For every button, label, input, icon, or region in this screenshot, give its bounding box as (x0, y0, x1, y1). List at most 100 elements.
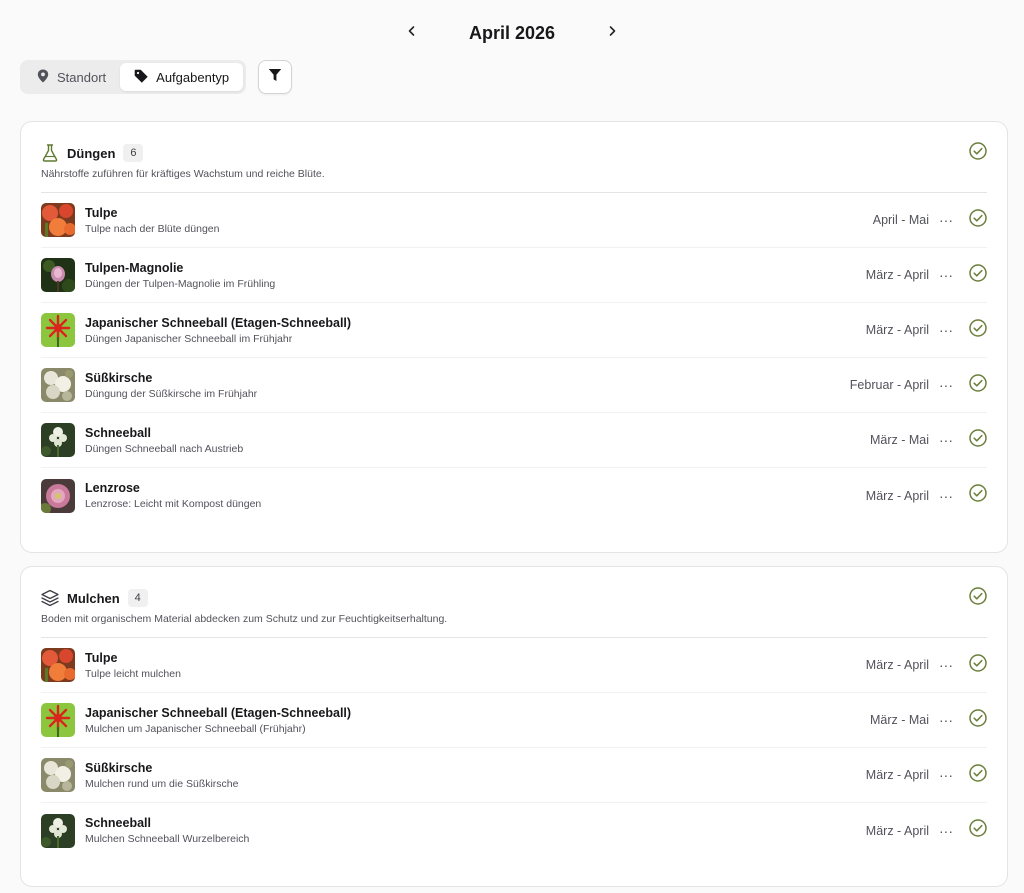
task-description: Düngen Japanischer Schneeball im Frühjah… (85, 332, 293, 345)
task-period: März - Mai (869, 433, 929, 447)
check-circle-icon (969, 708, 987, 732)
task-period: März - April (865, 323, 929, 337)
task-row[interactable]: Tulpen-Magnolie Düngen der Tulpen-Magnol… (41, 248, 987, 303)
group-description: Boden mit organischem Material abdecken … (41, 613, 987, 638)
check-circle-icon (969, 484, 987, 507)
group-count-badge: 6 (123, 144, 144, 162)
task-row[interactable]: Tulpe Tulpe nach der Blüte düngen April … (41, 193, 987, 248)
check-circle-icon (969, 586, 987, 610)
tag-icon (134, 69, 148, 86)
task-period: Februar - April (849, 378, 929, 392)
month-navigation: April 2026 (0, 14, 1024, 52)
group-count-badge: 4 (127, 589, 148, 607)
plant-name: Schneeball (85, 425, 151, 440)
check-circle-icon (969, 263, 987, 287)
more-horizontal-icon: ··· (939, 657, 953, 673)
complete-group-button[interactable] (969, 586, 987, 610)
more-options-button[interactable]: ··· (933, 712, 959, 728)
group-by-task-type-label: Aufgabentyp (156, 69, 230, 85)
task-row[interactable]: Tulpe Tulpe leicht mulchen März - April … (41, 638, 987, 693)
complete-task-button[interactable] (969, 819, 987, 842)
task-period: März - April (865, 823, 929, 838)
more-options-button[interactable]: ··· (933, 267, 959, 283)
task-period: März - April (865, 658, 929, 672)
check-circle-icon (969, 428, 987, 452)
month-title: April 2026 (468, 22, 556, 43)
more-horizontal-icon: ··· (939, 487, 953, 504)
check-circle-icon (969, 819, 987, 842)
complete-task-button[interactable] (969, 763, 987, 787)
complete-task-button[interactable] (969, 208, 987, 232)
chevron-right-icon (606, 24, 618, 42)
task-description: Tulpe nach der Blüte düngen (85, 222, 220, 235)
task-row[interactable]: Schneeball Düngen Schneeball nach Austri… (41, 413, 987, 468)
group-description: Nährstoffe zuführen für kräftiges Wachst… (41, 168, 987, 193)
plant-thumbnail (41, 258, 75, 292)
group-by-location-button[interactable]: Standort (23, 63, 120, 91)
more-options-button[interactable]: ··· (933, 767, 959, 783)
plant-thumbnail (41, 423, 75, 457)
previous-month-button[interactable] (396, 17, 428, 49)
task-description: Tulpe leicht mulchen (85, 667, 181, 680)
complete-task-button[interactable] (969, 318, 987, 342)
more-options-button[interactable]: ··· (933, 657, 959, 673)
plant-name: Tulpe (85, 650, 118, 665)
more-options-button[interactable]: ··· (933, 432, 959, 448)
map-pin-icon (37, 69, 49, 86)
more-options-button[interactable]: ··· (933, 322, 959, 338)
complete-task-button[interactable] (969, 653, 987, 677)
more-options-button[interactable]: ··· (933, 212, 959, 228)
plant-thumbnail (41, 648, 75, 682)
task-list: Tulpe Tulpe leicht mulchen März - April … (21, 638, 1007, 858)
chevron-left-icon (406, 24, 418, 42)
task-group-mulching: Mulchen 4 Boden mit organischem Material… (20, 566, 1008, 887)
group-by-task-type-button[interactable]: Aufgabentyp (120, 63, 244, 91)
plant-name: Japanischer Schneeball (Etagen-Schneebal… (85, 315, 352, 330)
plant-thumbnail (41, 813, 75, 848)
complete-task-button[interactable] (969, 263, 987, 287)
more-horizontal-icon: ··· (939, 432, 953, 448)
check-circle-icon (969, 373, 987, 397)
filter-bar: Standort Aufgabentyp (20, 60, 293, 94)
more-options-button[interactable]: ··· (933, 488, 959, 504)
plant-thumbnail (41, 368, 75, 402)
check-circle-icon (969, 653, 987, 677)
next-month-button[interactable] (596, 17, 628, 49)
plant-name: Japanischer Schneeball (Etagen-Schneebal… (85, 705, 352, 720)
check-circle-icon (969, 208, 987, 232)
more-options-button[interactable]: ··· (933, 377, 959, 393)
layers-icon (41, 589, 59, 607)
check-circle-icon (969, 763, 987, 787)
complete-task-button[interactable] (969, 428, 987, 452)
task-description: Düngen Schneeball nach Austrieb (85, 442, 244, 455)
task-description: Mulchen um Japanischer Schneeball (Frühj… (85, 722, 306, 735)
filter-button[interactable] (258, 60, 293, 94)
group-header: Düngen 6 Nährstoffe zuführen für kräftig… (21, 122, 1007, 193)
task-row[interactable]: Süßkirsche Düngung der Süßkirsche im Frü… (41, 358, 987, 413)
plant-name: Schneeball (85, 816, 151, 830)
task-period: März - Mai (869, 713, 929, 727)
task-row[interactable]: Schneeball Mulchen Schneeball Wurzelbere… (41, 803, 987, 858)
group-header: Mulchen 4 Boden mit organischem Material… (21, 567, 1007, 638)
complete-task-button[interactable] (969, 373, 987, 397)
more-horizontal-icon: ··· (939, 767, 953, 783)
more-horizontal-icon: ··· (939, 267, 953, 283)
plant-name: Süßkirsche (85, 760, 153, 775)
check-circle-icon (969, 141, 987, 165)
group-title: Düngen (67, 145, 116, 161)
plant-thumbnail (41, 203, 75, 237)
complete-task-button[interactable] (969, 484, 987, 507)
task-description: Düngung der Süßkirsche im Frühjahr (85, 387, 258, 400)
task-row[interactable]: Süßkirsche Mulchen rund um die Süßkirsch… (41, 748, 987, 803)
task-row[interactable]: Lenzrose Lenzrose: Leicht mit Kompost dü… (41, 468, 987, 523)
more-horizontal-icon: ··· (939, 322, 953, 338)
plant-name: Süßkirsche (85, 370, 153, 385)
task-row[interactable]: Japanischer Schneeball (Etagen-Schneebal… (41, 303, 987, 358)
group-by-toggle: Standort Aufgabentyp (20, 60, 247, 94)
more-horizontal-icon: ··· (939, 822, 953, 839)
task-row[interactable]: Japanischer Schneeball (Etagen-Schneebal… (41, 693, 987, 748)
complete-group-button[interactable] (969, 141, 987, 165)
complete-task-button[interactable] (969, 708, 987, 732)
more-options-button[interactable]: ··· (933, 823, 959, 839)
more-horizontal-icon: ··· (939, 712, 953, 728)
